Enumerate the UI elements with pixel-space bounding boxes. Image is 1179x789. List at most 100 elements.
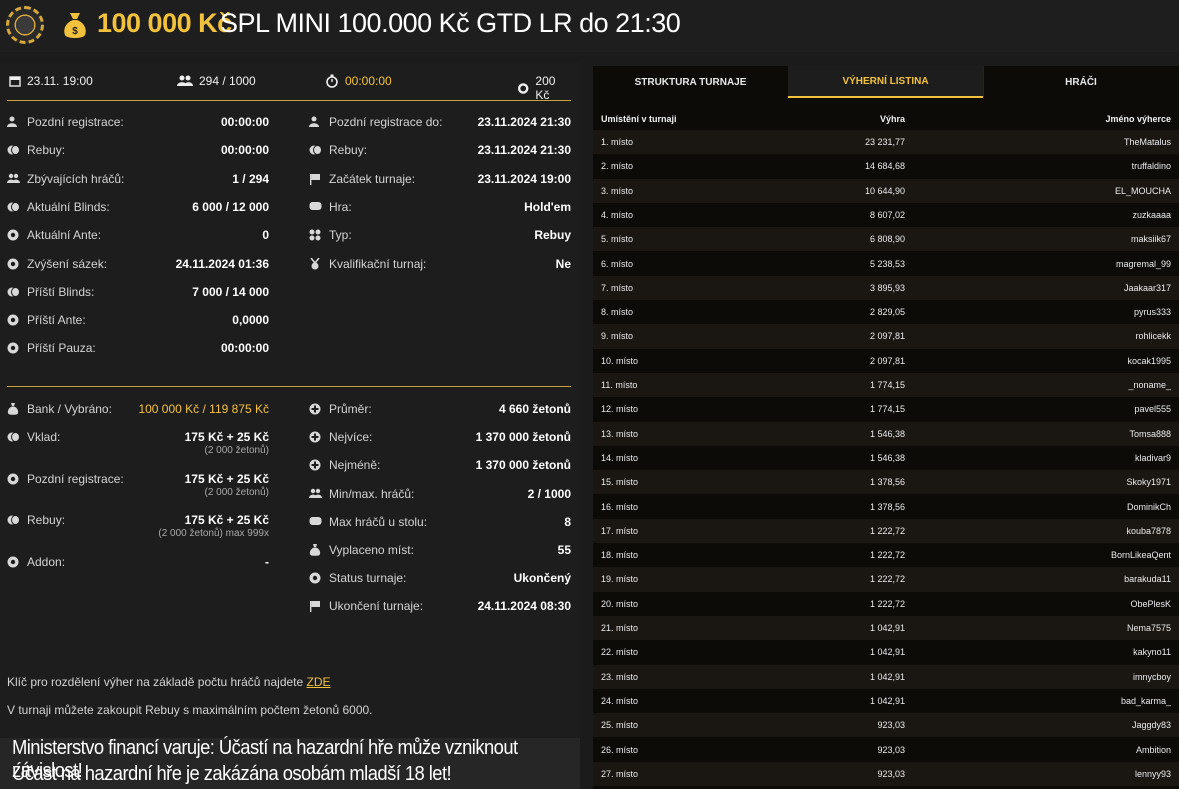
plus-circle-icon — [309, 403, 321, 415]
info-row: Vyplaceno míst: — [309, 541, 414, 559]
payout-icon — [309, 544, 321, 556]
table-row: 19. místo 1 222,72 barakuda11 — [593, 567, 1179, 592]
info-row: Začátek turnaje: — [309, 170, 415, 188]
money-row: Addon: — [7, 553, 65, 571]
info-label: Ukončení turnaje: — [329, 599, 424, 614]
info-label: Min/max. hráčů: — [329, 486, 415, 501]
winner-cell: imnycboy — [1132, 671, 1171, 682]
users-icon — [309, 488, 322, 500]
info-row: Kvalifikační turnaj: — [309, 255, 426, 273]
prize-cell: 1 042,91 — [869, 623, 905, 633]
info-label: Nejméně: — [329, 458, 381, 473]
info-row: Příští Ante: — [7, 311, 86, 329]
prize-cell: 1 222,72 — [869, 525, 905, 536]
info-label: Aktuální Ante: — [27, 228, 102, 243]
position-cell: 12. místo — [601, 404, 639, 415]
timer-value: 00:00:00 — [345, 74, 392, 88]
info-label: Hra: — [329, 199, 352, 214]
position-cell: 4. místo — [601, 209, 634, 220]
info-row: Nejméně: — [309, 456, 380, 474]
payout-key-text: Klíč pro rozdělení výher na základě počt… — [7, 675, 307, 689]
prize-cell: 3 895,93 — [869, 282, 905, 293]
level-up-icon — [7, 258, 19, 270]
info-row: Ukončení turnaje: — [309, 597, 423, 615]
info-row: Aktuální Blinds: — [7, 198, 110, 216]
info-row: Rebuy: — [309, 141, 367, 159]
info-value: 8 — [564, 514, 571, 529]
position-cell: 22. místo — [601, 647, 639, 658]
position-cell: 16. místo — [601, 501, 639, 512]
tab-payouts[interactable]: VÝHERNÍ LISTINA — [788, 66, 983, 98]
info-label: Příští Ante: — [27, 313, 86, 328]
info-value: 00:00:00 — [220, 341, 269, 356]
money-row: Bank / Vybráno: — [7, 400, 112, 418]
tab-players[interactable]: HRÁČI — [983, 66, 1178, 98]
info-value: 23.11.2024 21:30 — [477, 115, 571, 129]
info-value: 23.11.2024 21:30 — [477, 143, 571, 158]
winner-cell: pavel555 — [1134, 404, 1171, 415]
coins-icon — [309, 144, 322, 156]
summary-bar: 23.11. 19:00 294 / 1000 00:00:00 200 Kč — [7, 62, 571, 102]
cards-icon — [309, 201, 322, 213]
info-row: Příští Blinds: — [7, 283, 94, 301]
chip-icon — [7, 556, 19, 568]
winner-cell: truffaldino — [1131, 161, 1171, 172]
prize-cell: 1 378,56 — [869, 477, 905, 488]
prize-cell: 8 607,02 — [869, 209, 905, 220]
casino-logo[interactable] — [6, 6, 44, 44]
winner-cell: Jaakaar317 — [1123, 282, 1171, 293]
winner-cell: zuzkaaaa — [1132, 209, 1171, 220]
info-value: 6 000 / 12 000 — [192, 199, 269, 214]
prize-cell: 923,03 — [877, 744, 905, 755]
table-row: 21. místo 1 042,91 Nema7575 — [593, 616, 1179, 641]
info-label: Příští Blinds: — [27, 284, 95, 299]
prize-cell: 923,03 — [877, 720, 905, 731]
users-icon — [7, 173, 20, 185]
winner-cell: Jaggdy83 — [1131, 720, 1171, 731]
prize-cell: 6 808,90 — [869, 234, 905, 245]
money-label: Vklad: — [27, 430, 61, 444]
position-cell: 9. místo — [601, 331, 634, 342]
info-value: Hold'em — [524, 199, 571, 214]
results-panel: STRUKTURA TURNAJE VÝHERNÍ LISTINA HRÁČI … — [593, 66, 1179, 789]
prize-cell: 1 042,91 — [869, 695, 905, 706]
svg-text:$: $ — [72, 26, 78, 37]
position-cell: 15. místo — [601, 477, 639, 488]
header-prize: Výhra — [879, 114, 905, 124]
info-row: Max hráčů u stolu: — [309, 513, 427, 531]
winner-cell: Tomsa888 — [1129, 428, 1171, 439]
plus-circle-icon — [309, 459, 321, 471]
table-row: 14. místo 1 546,38 kladivar9 — [593, 445, 1179, 471]
winner-cell: maksiik67 — [1130, 234, 1171, 245]
position-cell: 5. místo — [601, 234, 634, 245]
prize-cell: 2 097,81 — [869, 331, 905, 342]
chip-icon — [7, 314, 19, 326]
winner-cell: ObePlesK — [1130, 598, 1171, 609]
prize-cell: 23 231,77 — [864, 137, 905, 147]
position-cell: 2. místo — [601, 161, 634, 172]
start-date-value: 23.11. 19:00 — [27, 74, 93, 88]
position-cell: 10. místo — [601, 355, 639, 366]
prize-cell: 1 222,72 — [869, 574, 905, 585]
payout-key-link[interactable]: ZDE — [307, 675, 331, 689]
winner-cell: kocak1995 — [1127, 355, 1171, 366]
position-cell: 25. místo — [601, 720, 639, 731]
position-cell: 14. místo — [601, 452, 639, 463]
table-row: 17. místo 1 222,72 kouba7878 — [593, 518, 1179, 544]
prize-cell: 5 238,53 — [869, 258, 905, 269]
table-row: 6. místo 5 238,53 magremal_99 — [593, 251, 1179, 276]
info-value: Rebuy — [534, 228, 571, 243]
info-label: Zvýšení sázek: — [27, 256, 108, 271]
position-cell: 19. místo — [601, 574, 639, 585]
table-row: 11. místo 1 774,15 _noname_ — [593, 373, 1179, 398]
medal-icon — [309, 257, 321, 270]
money-subvalue: (2 000 žetonů) — [204, 445, 270, 456]
position-cell: 20. místo — [601, 598, 639, 609]
info-value: 4 660 žetonů — [498, 402, 571, 416]
table-row: 7. místo 3 895,93 Jaakaar317 — [593, 275, 1179, 301]
divider — [7, 100, 571, 101]
tab-structure[interactable]: STRUKTURA TURNAJE — [593, 66, 788, 98]
coins-icon — [7, 514, 20, 526]
winner-cell: TheMatalus — [1123, 137, 1171, 147]
info-row: Zbývajících hráčů: — [7, 170, 124, 188]
